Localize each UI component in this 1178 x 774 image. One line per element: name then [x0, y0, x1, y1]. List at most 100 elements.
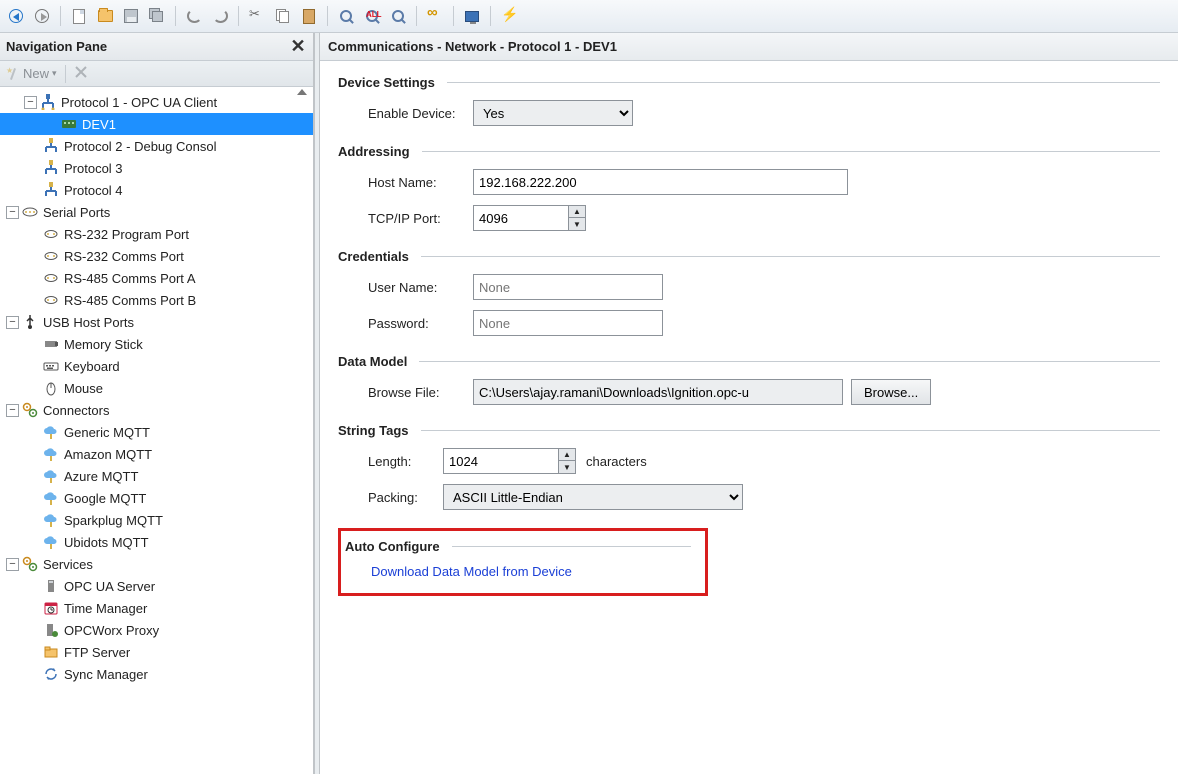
section-device-settings: Device Settings Enable Device: Yes	[338, 75, 1160, 126]
tree-item-serial-ports[interactable]: − Serial Ports	[0, 201, 313, 223]
packing-label: Packing:	[368, 490, 443, 505]
section-string-tags: String Tags Length: ▲ ▼ characters	[338, 423, 1160, 510]
section-addressing: Addressing Host Name: TCP/IP Port: ▲ ▼	[338, 144, 1160, 231]
download-data-model-link[interactable]: Download Data Model from Device	[371, 564, 691, 579]
scroll-up-icon[interactable]	[297, 89, 307, 95]
tree-item-google-mqtt[interactable]: Google MQTT	[0, 487, 313, 509]
packing-select[interactable]: ASCII Little-Endian	[443, 484, 743, 510]
length-spinner[interactable]: ▲ ▼	[443, 448, 576, 474]
tree-item-dev1[interactable]: DEV1	[0, 113, 313, 135]
tree-item-usb-host[interactable]: − USB Host Ports	[0, 311, 313, 333]
display-button[interactable]	[460, 4, 484, 28]
nav-delete-button[interactable]	[74, 65, 88, 82]
spin-up-button[interactable]: ▲	[569, 206, 585, 218]
tree-item-rs485-b[interactable]: RS-485 Comms Port B	[0, 289, 313, 311]
tree-item-mouse[interactable]: Mouse	[0, 377, 313, 399]
save-all-button[interactable]	[145, 4, 169, 28]
chevron-down-icon: ▾	[52, 68, 57, 79]
nav-new-button[interactable]: ★ New ▾	[6, 66, 57, 81]
collapse-icon[interactable]: −	[24, 96, 37, 109]
content-title: Communications - Network - Protocol 1 - …	[328, 39, 617, 54]
password-input[interactable]	[473, 310, 663, 336]
copy-button[interactable]	[271, 4, 295, 28]
tree-label: RS-232 Program Port	[62, 227, 189, 242]
paste-icon	[303, 9, 315, 24]
tree-label: Generic MQTT	[62, 425, 150, 440]
tree-item-rs232-program[interactable]: RS-232 Program Port	[0, 223, 313, 245]
tree-item-memory-stick[interactable]: Memory Stick	[0, 333, 313, 355]
tree-item-azure-mqtt[interactable]: Azure MQTT	[0, 465, 313, 487]
tree-item-amazon-mqtt[interactable]: Amazon MQTT	[0, 443, 313, 465]
link-icon	[427, 8, 443, 24]
section-divider	[421, 256, 1160, 257]
collapse-icon[interactable]: −	[6, 404, 19, 417]
length-input[interactable]	[443, 448, 558, 474]
tcp-port-input[interactable]	[473, 205, 568, 231]
tree-item-keyboard[interactable]: Keyboard	[0, 355, 313, 377]
save-button[interactable]	[119, 4, 143, 28]
tree-item-protocol2[interactable]: Protocol 2 - Debug Consol	[0, 135, 313, 157]
protocol-icon	[39, 93, 57, 111]
tree-item-protocol1[interactable]: − Protocol 1 - OPC UA Client	[0, 91, 313, 113]
replace-button[interactable]	[386, 4, 410, 28]
find-all-button[interactable]: ALL	[360, 4, 384, 28]
browse-button[interactable]: Browse...	[851, 379, 931, 405]
tree-item-generic-mqtt[interactable]: Generic MQTT	[0, 421, 313, 443]
find-button[interactable]	[334, 4, 358, 28]
enable-device-select[interactable]: Yes	[473, 100, 633, 126]
spin-up-button[interactable]: ▲	[559, 449, 575, 461]
tree-item-rs485-a[interactable]: RS-485 Comms Port A	[0, 267, 313, 289]
tree-item-ftp-server[interactable]: FTP Server	[0, 641, 313, 663]
link-button[interactable]	[423, 4, 447, 28]
cut-button[interactable]	[245, 4, 269, 28]
spin-down-button[interactable]: ▼	[559, 461, 575, 473]
spin-down-button[interactable]: ▼	[569, 218, 585, 230]
section-title: Auto Configure	[345, 539, 440, 554]
tree-item-ubidots-mqtt[interactable]: Ubidots MQTT	[0, 531, 313, 553]
tree-label: Ubidots MQTT	[62, 535, 149, 550]
usb-icon	[21, 313, 39, 331]
nav-forward-button[interactable]	[30, 4, 54, 28]
collapse-icon[interactable]: −	[6, 558, 19, 571]
redo-button[interactable]	[208, 4, 232, 28]
length-label: Length:	[368, 454, 443, 469]
navigation-close-button[interactable]: ✕	[289, 36, 307, 57]
new-file-button[interactable]	[67, 4, 91, 28]
tree-label: Protocol 1 - OPC UA Client	[59, 95, 217, 110]
tree-label: Time Manager	[62, 601, 147, 616]
collapse-icon[interactable]: −	[6, 316, 19, 329]
tree-item-time-manager[interactable]: Time Manager	[0, 597, 313, 619]
tree-item-protocol3[interactable]: Protocol 3	[0, 157, 313, 179]
run-button[interactable]	[497, 4, 521, 28]
tree-item-sync-manager[interactable]: Sync Manager	[0, 663, 313, 685]
device-form: Device Settings Enable Device: Yes Addre…	[320, 61, 1178, 774]
navigation-tree[interactable]: − Protocol 1 - OPC UA Client DEV1 Protoc…	[0, 87, 313, 774]
user-name-input[interactable]	[473, 274, 663, 300]
browse-file-input[interactable]	[473, 379, 843, 405]
find-all-icon: ALL	[366, 10, 378, 22]
mouse-icon	[42, 379, 60, 397]
nav-back-button[interactable]	[4, 4, 28, 28]
navigation-pane: Navigation Pane ✕ ★ New ▾ − Protocol 1	[0, 33, 314, 774]
tree-item-protocol4[interactable]: Protocol 4	[0, 179, 313, 201]
tree-item-opcworx-proxy[interactable]: OPCWorx Proxy	[0, 619, 313, 641]
tree-item-opc-ua-server[interactable]: OPC UA Server	[0, 575, 313, 597]
browse-file-label: Browse File:	[368, 385, 473, 400]
tree-item-connectors[interactable]: − Connectors	[0, 399, 313, 421]
auto-configure-highlight: Auto Configure Download Data Model from …	[338, 528, 708, 596]
tree-item-sparkplug-mqtt[interactable]: Sparkplug MQTT	[0, 509, 313, 531]
enable-device-label: Enable Device:	[368, 106, 473, 121]
services-icon	[21, 555, 39, 573]
paste-button[interactable]	[297, 4, 321, 28]
tree-item-services[interactable]: − Services	[0, 553, 313, 575]
cloud-icon	[42, 445, 60, 463]
section-title: String Tags	[338, 423, 409, 438]
open-file-button[interactable]	[93, 4, 117, 28]
collapse-icon[interactable]: −	[6, 206, 19, 219]
tcp-port-spinner[interactable]: ▲ ▼	[473, 205, 586, 231]
wand-icon: ★	[6, 67, 20, 81]
host-name-input[interactable]	[473, 169, 848, 195]
tree-label: RS-232 Comms Port	[62, 249, 184, 264]
undo-button[interactable]	[182, 4, 206, 28]
tree-item-rs232-comms[interactable]: RS-232 Comms Port	[0, 245, 313, 267]
